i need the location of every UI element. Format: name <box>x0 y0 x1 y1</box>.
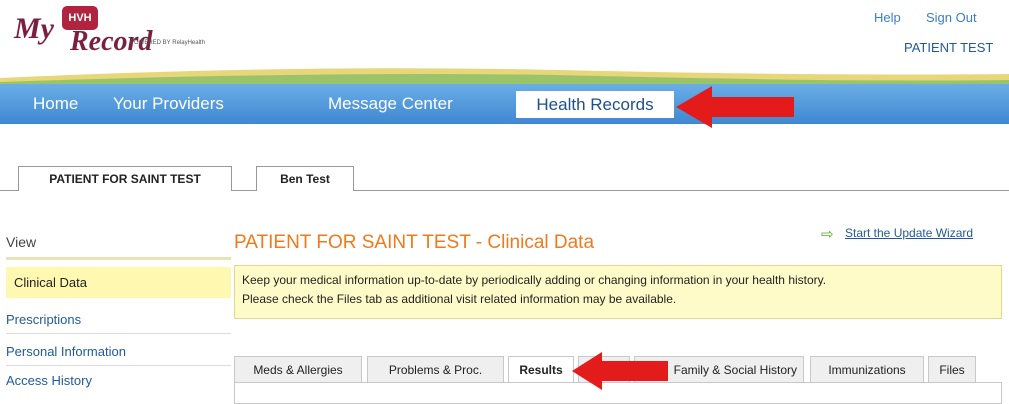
logo-powered-by: POWERED BY RelayHealth <box>130 40 205 46</box>
nav-health-records[interactable]: Health Records <box>516 91 674 118</box>
tab-immunizations[interactable]: Immunizations <box>810 356 924 383</box>
tab-meds-allergies[interactable]: Meds & Allergies <box>234 356 362 383</box>
patient-tab-saint-test[interactable]: PATIENT FOR SAINT TEST <box>18 166 232 191</box>
annotation-arrow-results <box>572 352 668 390</box>
sign-out-link[interactable]: Sign Out <box>926 10 977 25</box>
start-update-wizard-link[interactable]: Start the Update Wizard <box>845 226 973 240</box>
logo-my-text: My <box>14 12 54 45</box>
tab-files[interactable]: Files <box>928 356 976 383</box>
notice-line-1: Keep your medical information up-to-date… <box>242 273 827 287</box>
sidebar-item-clinical-data-label: Clinical Data <box>14 275 87 290</box>
sidebar-item-access-history[interactable]: Access History <box>6 373 92 388</box>
sidebar-divider <box>6 365 231 366</box>
page-title: PATIENT FOR SAINT TEST - Clinical Data <box>234 232 595 253</box>
sidebar-separator <box>6 257 231 260</box>
patient-name-label: PATIENT TEST <box>904 40 994 55</box>
tab-results[interactable]: Results <box>508 356 574 383</box>
notice-line-2: Please check the Files tab as additional… <box>242 292 677 306</box>
sidebar-divider <box>6 333 231 334</box>
nav-home[interactable]: Home <box>33 94 78 114</box>
nav-your-providers[interactable]: Your Providers <box>113 94 224 114</box>
header-swoosh <box>0 68 1009 86</box>
sidebar-item-prescriptions[interactable]: Prescriptions <box>6 312 81 327</box>
help-link[interactable]: Help <box>874 10 901 25</box>
sidebar-view-label: View <box>6 234 37 250</box>
annotation-arrow-health-records <box>676 86 794 128</box>
patient-tab-ben-test[interactable]: Ben Test <box>256 166 354 191</box>
arrow-right-icon: ⇨ <box>821 226 834 243</box>
sidebar-item-personal-information[interactable]: Personal Information <box>6 344 126 359</box>
tab-problems-proc[interactable]: Problems & Proc. <box>367 356 504 383</box>
nav-message-center[interactable]: Message Center <box>328 94 453 114</box>
